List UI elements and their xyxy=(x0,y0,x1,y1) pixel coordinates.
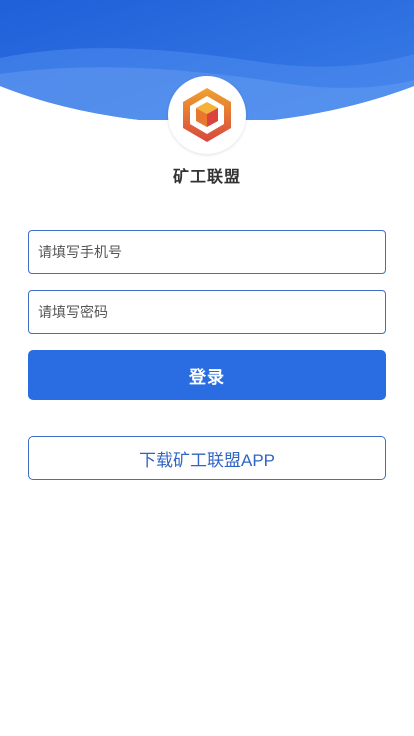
hexagon-cube-logo-icon xyxy=(183,88,231,142)
login-screen: 矿工联盟 登录 下载矿工联盟APP xyxy=(0,0,414,736)
login-button[interactable]: 登录 xyxy=(28,350,386,400)
phone-field[interactable] xyxy=(28,230,386,274)
password-field[interactable] xyxy=(28,290,386,334)
download-app-button[interactable]: 下载矿工联盟APP xyxy=(28,436,386,480)
phone-input[interactable] xyxy=(29,231,385,273)
app-title: 矿工联盟 xyxy=(172,169,241,186)
password-input[interactable] xyxy=(29,291,385,333)
logo-badge xyxy=(168,76,246,154)
